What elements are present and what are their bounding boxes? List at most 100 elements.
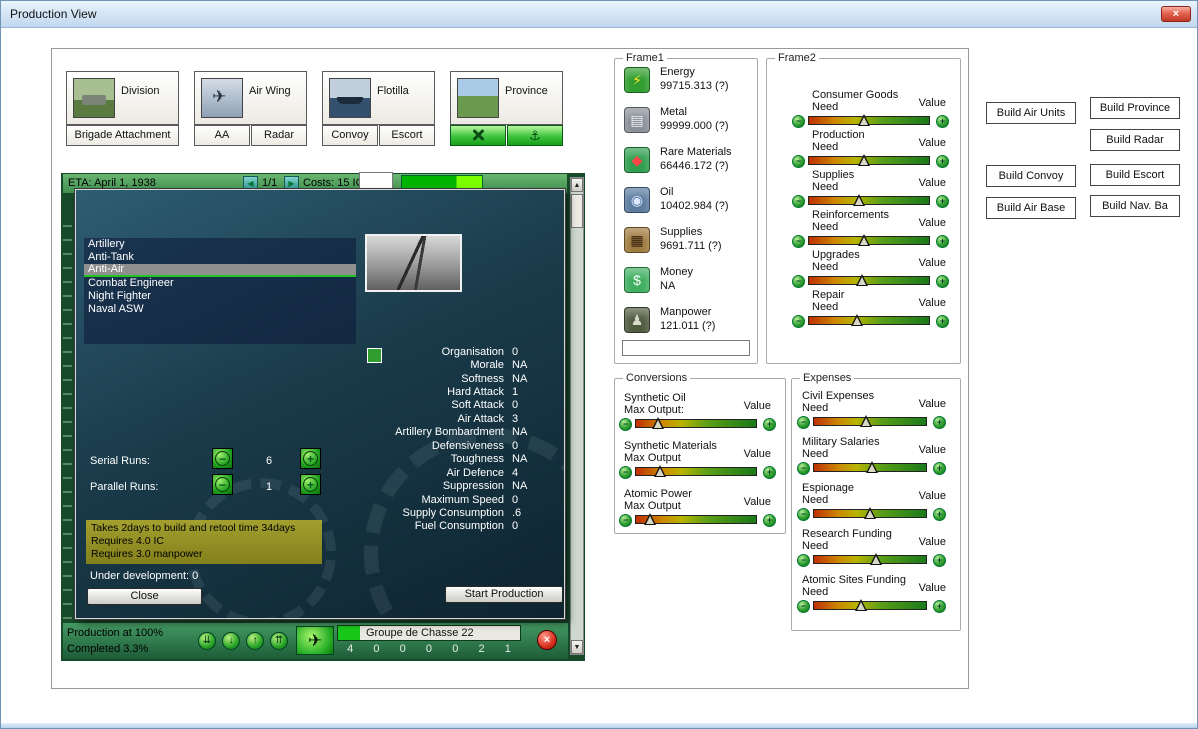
slider-track[interactable] — [635, 467, 757, 476]
slider-track[interactable] — [813, 555, 927, 564]
slider-minus-button[interactable]: − — [792, 235, 805, 248]
list-item-night-fighter[interactable]: Night Fighter — [84, 290, 356, 303]
slider-minus-button[interactable]: − — [792, 195, 805, 208]
slider-track[interactable] — [808, 276, 930, 285]
slider-minus-button[interactable]: − — [797, 600, 810, 613]
slider-plus-button[interactable]: + — [933, 600, 946, 613]
escort-button[interactable]: Escort — [379, 125, 435, 146]
slider-plus-button[interactable]: + — [763, 418, 776, 431]
slider-plus-button[interactable]: + — [936, 155, 949, 168]
slider-minus-button[interactable]: − — [797, 462, 810, 475]
window-close-button[interactable]: × — [1161, 6, 1191, 22]
close-button[interactable]: Close — [87, 588, 202, 605]
build-air-base-button[interactable]: Build Air Base — [986, 197, 1076, 219]
slider-minus-button[interactable]: − — [792, 115, 805, 128]
serial-runs-minus-button[interactable]: − — [212, 448, 233, 469]
slider-minus-button[interactable]: − — [792, 275, 805, 288]
slider-plus-button[interactable]: + — [763, 514, 776, 527]
serial-runs-plus-button[interactable]: + — [300, 448, 321, 469]
build-escort-button[interactable]: Build Escort — [1090, 164, 1180, 186]
slider-marker[interactable] — [855, 599, 867, 611]
air-unit-icon[interactable]: ✈ — [296, 626, 334, 655]
slider-marker[interactable] — [856, 274, 868, 286]
radar-button[interactable]: Radar — [251, 125, 307, 146]
slider-marker[interactable] — [866, 461, 878, 473]
move-down-button[interactable]: ↓ — [222, 632, 240, 650]
slider-plus-button[interactable]: + — [933, 416, 946, 429]
start-production-button[interactable]: Start Production — [445, 586, 563, 603]
slider-minus-button[interactable]: − — [619, 466, 632, 479]
build-province-button[interactable]: Build Province — [1090, 97, 1180, 119]
slider-plus-button[interactable]: + — [936, 195, 949, 208]
build-air-units-button[interactable]: Build Air Units — [986, 102, 1076, 124]
slider-minus-button[interactable]: − — [792, 315, 805, 328]
slider-track[interactable] — [808, 316, 930, 325]
build-convoy-button[interactable]: Build Convoy — [986, 165, 1076, 187]
slider-track[interactable] — [808, 236, 930, 245]
queue-scrollbar[interactable]: ▲ ▼ — [570, 177, 584, 655]
slider-track[interactable] — [813, 417, 927, 426]
slider-marker[interactable] — [644, 513, 656, 525]
slider-minus-button[interactable]: − — [619, 418, 632, 431]
build-naval-base-button[interactable]: Build Nav. Ba — [1090, 195, 1180, 217]
slider-minus-button[interactable]: − — [619, 514, 632, 527]
slider-marker[interactable] — [864, 507, 876, 519]
slider-track[interactable] — [808, 196, 930, 205]
slider-minus-button[interactable]: − — [797, 416, 810, 429]
queue-item-progress[interactable]: Groupe de Chasse 22 — [337, 625, 521, 641]
division-button[interactable]: Division — [66, 71, 179, 125]
build-radar-button[interactable]: Build Radar — [1090, 129, 1180, 151]
slider-plus-button[interactable]: + — [936, 115, 949, 128]
list-item-anti-air-selected[interactable]: Anti-Air — [84, 264, 356, 277]
slider-track[interactable] — [808, 156, 930, 165]
slider-plus-button[interactable]: + — [933, 508, 946, 521]
aa-button[interactable]: AA — [194, 125, 250, 146]
slider-minus-button[interactable]: − — [797, 554, 810, 567]
slider-marker[interactable] — [853, 194, 865, 206]
list-item-artillery[interactable]: Artillery — [84, 238, 356, 251]
parallel-runs-plus-button[interactable]: + — [300, 474, 321, 495]
slider-marker[interactable] — [851, 314, 863, 326]
slider-marker[interactable] — [860, 415, 872, 427]
province-button[interactable]: Province — [450, 71, 563, 125]
slider-track[interactable] — [813, 601, 927, 610]
air-wing-button[interactable]: Air Wing — [194, 71, 307, 125]
slider-plus-button[interactable]: + — [763, 466, 776, 479]
scrollbar-thumb[interactable] — [571, 194, 583, 228]
list-item-anti-tank[interactable]: Anti-Tank — [84, 251, 356, 264]
parallel-runs-minus-button[interactable]: − — [212, 474, 233, 495]
slider-marker[interactable] — [858, 154, 870, 166]
brigade-attachment-button[interactable]: Brigade Attachment — [66, 125, 179, 146]
list-item-combat-engineer[interactable]: Combat Engineer — [84, 277, 356, 290]
scrollbar-up-icon[interactable]: ▲ — [571, 178, 583, 192]
scrollbar-down-icon[interactable]: ▼ — [571, 640, 583, 654]
slider-value-label: Value — [919, 177, 946, 189]
slider-plus-button[interactable]: + — [936, 235, 949, 248]
slider-marker[interactable] — [858, 234, 870, 246]
move-up-button[interactable]: ↑ — [246, 632, 264, 650]
slider-track[interactable] — [813, 509, 927, 518]
slider-marker[interactable] — [652, 417, 664, 429]
slider-minus-button[interactable]: − — [797, 508, 810, 521]
convoy-button[interactable]: Convoy — [322, 125, 378, 146]
slider-track[interactable] — [813, 463, 927, 472]
frame1-input[interactable] — [622, 340, 750, 356]
slider-minus-button[interactable]: − — [792, 155, 805, 168]
slider-plus-button[interactable]: + — [933, 554, 946, 567]
slider-marker[interactable] — [654, 465, 666, 477]
remove-item-button[interactable]: × — [537, 630, 557, 650]
naval-base-button[interactable]: ⚓ — [507, 125, 563, 146]
slider-marker[interactable] — [870, 553, 882, 565]
slider-track[interactable] — [808, 116, 930, 125]
slider-marker[interactable] — [858, 114, 870, 126]
list-item-naval-asw[interactable]: Naval ASW — [84, 303, 356, 316]
flotilla-button[interactable]: Flotilla — [322, 71, 435, 125]
land-fort-button[interactable] — [450, 125, 506, 146]
slider-plus-button[interactable]: + — [933, 462, 946, 475]
move-bottom-button[interactable]: ⇊ — [198, 632, 216, 650]
slider-plus-button[interactable]: + — [936, 275, 949, 288]
slider-plus-button[interactable]: + — [936, 315, 949, 328]
slider-track[interactable] — [635, 419, 757, 428]
slider-track[interactable] — [635, 515, 757, 524]
move-top-button[interactable]: ⇈ — [270, 632, 288, 650]
